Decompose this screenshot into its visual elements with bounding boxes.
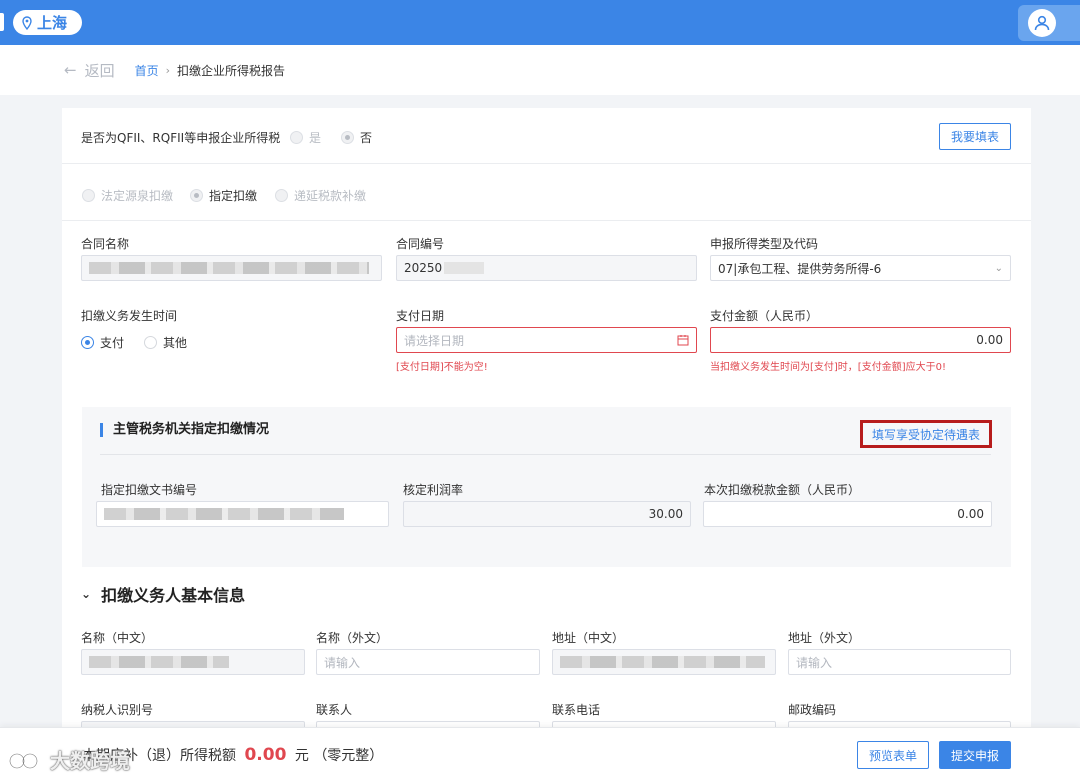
addr-cn-label: 地址（中文） bbox=[552, 631, 625, 645]
income-type-label: 申报所得类型及代码 bbox=[710, 237, 819, 251]
radio-icon bbox=[82, 189, 95, 202]
pay-amount-error: 当扣缴义务发生时间为[支付]时，[支付金额]应大于0! bbox=[710, 362, 946, 373]
redacted-text bbox=[444, 262, 485, 274]
tax-amount: 0.00 bbox=[244, 745, 287, 765]
city-selector[interactable]: 上海 bbox=[13, 10, 82, 35]
addr-foreign-input[interactable]: 请输入 bbox=[788, 649, 1011, 675]
radio-icon bbox=[275, 189, 288, 202]
chevron-down-icon: ⌄ bbox=[81, 587, 92, 601]
fill-form-button[interactable]: 我要填表 bbox=[939, 123, 1011, 150]
watermark: 大数跨境 bbox=[8, 745, 130, 774]
radio-icon bbox=[81, 336, 94, 349]
breadcrumb-home-link[interactable]: 首页 bbox=[135, 62, 159, 79]
doc-number-field[interactable] bbox=[96, 501, 389, 527]
mode-option-deferred[interactable]: 递延税款补缴 bbox=[275, 187, 366, 204]
contract-name-label: 合同名称 bbox=[81, 237, 130, 251]
designated-withholding-panel: 主管税务机关指定扣缴情况 填写享受协定待遇表 指定扣缴文书编号 核定利润率 30… bbox=[82, 407, 1011, 567]
divider bbox=[100, 454, 991, 455]
doc-number-label: 指定扣缴文书编号 bbox=[101, 483, 198, 497]
breadcrumb: ← 返回 首页 › 扣缴企业所得税报告 bbox=[0, 45, 1080, 95]
obligation-time-label: 扣缴义务发生时间 bbox=[81, 309, 178, 323]
tax-amount-field[interactable]: 0.00 bbox=[703, 501, 992, 527]
redacted-text bbox=[89, 656, 229, 668]
contract-name-field[interactable] bbox=[81, 255, 382, 281]
breadcrumb-current: 扣缴企业所得税报告 bbox=[177, 63, 286, 78]
obligation-option-other[interactable]: 其他 bbox=[144, 334, 187, 351]
name-cn-label: 名称（中文） bbox=[81, 631, 154, 645]
footer-action-bar: 本期应补（退）所得税额 0.00 元 （零元整） 预览表单 提交申报 bbox=[0, 727, 1080, 783]
redacted-text bbox=[104, 508, 344, 520]
redacted-text bbox=[560, 656, 765, 668]
watermark-logo-icon bbox=[8, 752, 39, 769]
withholding-mode-row: 法定源泉扣缴 指定扣缴 递延税款补缴 bbox=[62, 165, 1031, 221]
report-form-card: 是否为QFII、RQFII等申报企业所得税 是 否 我要填表 法定源泉扣缴 指定… bbox=[62, 108, 1031, 783]
user-menu[interactable] bbox=[1018, 5, 1080, 41]
panel-title: 主管税务机关指定扣缴情况 bbox=[100, 423, 269, 437]
phone-label: 联系电话 bbox=[552, 703, 601, 717]
top-nav-bar: 上海 bbox=[0, 0, 1080, 45]
radio-icon bbox=[290, 131, 303, 144]
pay-amount-label: 支付金额（人民币） bbox=[710, 309, 819, 323]
back-button[interactable]: ← 返回 bbox=[64, 60, 115, 81]
pay-date-input[interactable]: 请选择日期 bbox=[396, 327, 697, 353]
pay-amount-input[interactable]: 0.00 bbox=[710, 327, 1011, 353]
mode-option-designated[interactable]: 指定扣缴 bbox=[190, 187, 257, 204]
qfii-question-label: 是否为QFII、RQFII等申报企业所得税 bbox=[81, 131, 281, 145]
obligation-option-pay[interactable]: 支付 bbox=[81, 334, 124, 351]
city-name: 上海 bbox=[37, 14, 68, 32]
postcode-label: 邮政编码 bbox=[788, 703, 837, 717]
user-avatar-icon bbox=[1028, 9, 1056, 37]
profit-rate-field[interactable]: 30.00 bbox=[403, 501, 691, 527]
redacted-text bbox=[89, 262, 369, 274]
contact-label: 联系人 bbox=[316, 703, 353, 717]
calendar-icon bbox=[677, 335, 689, 346]
arrow-left-icon: ← bbox=[64, 61, 77, 79]
name-foreign-input[interactable]: 请输入 bbox=[316, 649, 540, 675]
agent-section-header[interactable]: ⌄ 扣缴义务人基本信息 bbox=[81, 582, 245, 606]
radio-icon bbox=[341, 131, 354, 144]
radio-icon bbox=[144, 336, 157, 349]
income-type-select[interactable]: 07|承包工程、提供劳务所得-6 ⌄ bbox=[710, 255, 1011, 281]
location-pin-icon bbox=[22, 15, 32, 30]
app-logo-fragment bbox=[0, 13, 4, 31]
qfii-option-yes[interactable]: 是 bbox=[290, 129, 321, 146]
contract-number-label: 合同编号 bbox=[396, 237, 445, 251]
qfii-question-row: 是否为QFII、RQFII等申报企业所得税 是 否 我要填表 bbox=[62, 108, 1031, 164]
back-label: 返回 bbox=[84, 61, 115, 80]
preview-form-button[interactable]: 预览表单 bbox=[857, 741, 929, 769]
treaty-benefit-form-link[interactable]: 填写享受协定待遇表 bbox=[860, 420, 992, 448]
name-cn-field[interactable] bbox=[81, 649, 305, 675]
contract-number-field[interactable]: 20250 bbox=[396, 255, 697, 281]
qfii-option-no[interactable]: 否 bbox=[341, 129, 372, 146]
name-foreign-label: 名称（外文） bbox=[316, 631, 389, 645]
mode-option-statutory[interactable]: 法定源泉扣缴 bbox=[82, 187, 173, 204]
chevron-down-icon: ⌄ bbox=[994, 262, 1003, 274]
pay-date-label: 支付日期 bbox=[396, 309, 445, 323]
pay-date-error: [支付日期]不能为空! bbox=[396, 362, 488, 373]
tin-label: 纳税人识别号 bbox=[81, 703, 154, 717]
chevron-right-icon: › bbox=[165, 63, 171, 77]
profit-rate-label: 核定利润率 bbox=[403, 483, 464, 497]
addr-foreign-label: 地址（外文） bbox=[788, 631, 861, 645]
submit-report-button[interactable]: 提交申报 bbox=[939, 741, 1011, 769]
addr-cn-field[interactable] bbox=[552, 649, 776, 675]
tax-amount-label: 本次扣缴税款金额（人民币） bbox=[704, 483, 861, 497]
radio-icon bbox=[190, 189, 203, 202]
